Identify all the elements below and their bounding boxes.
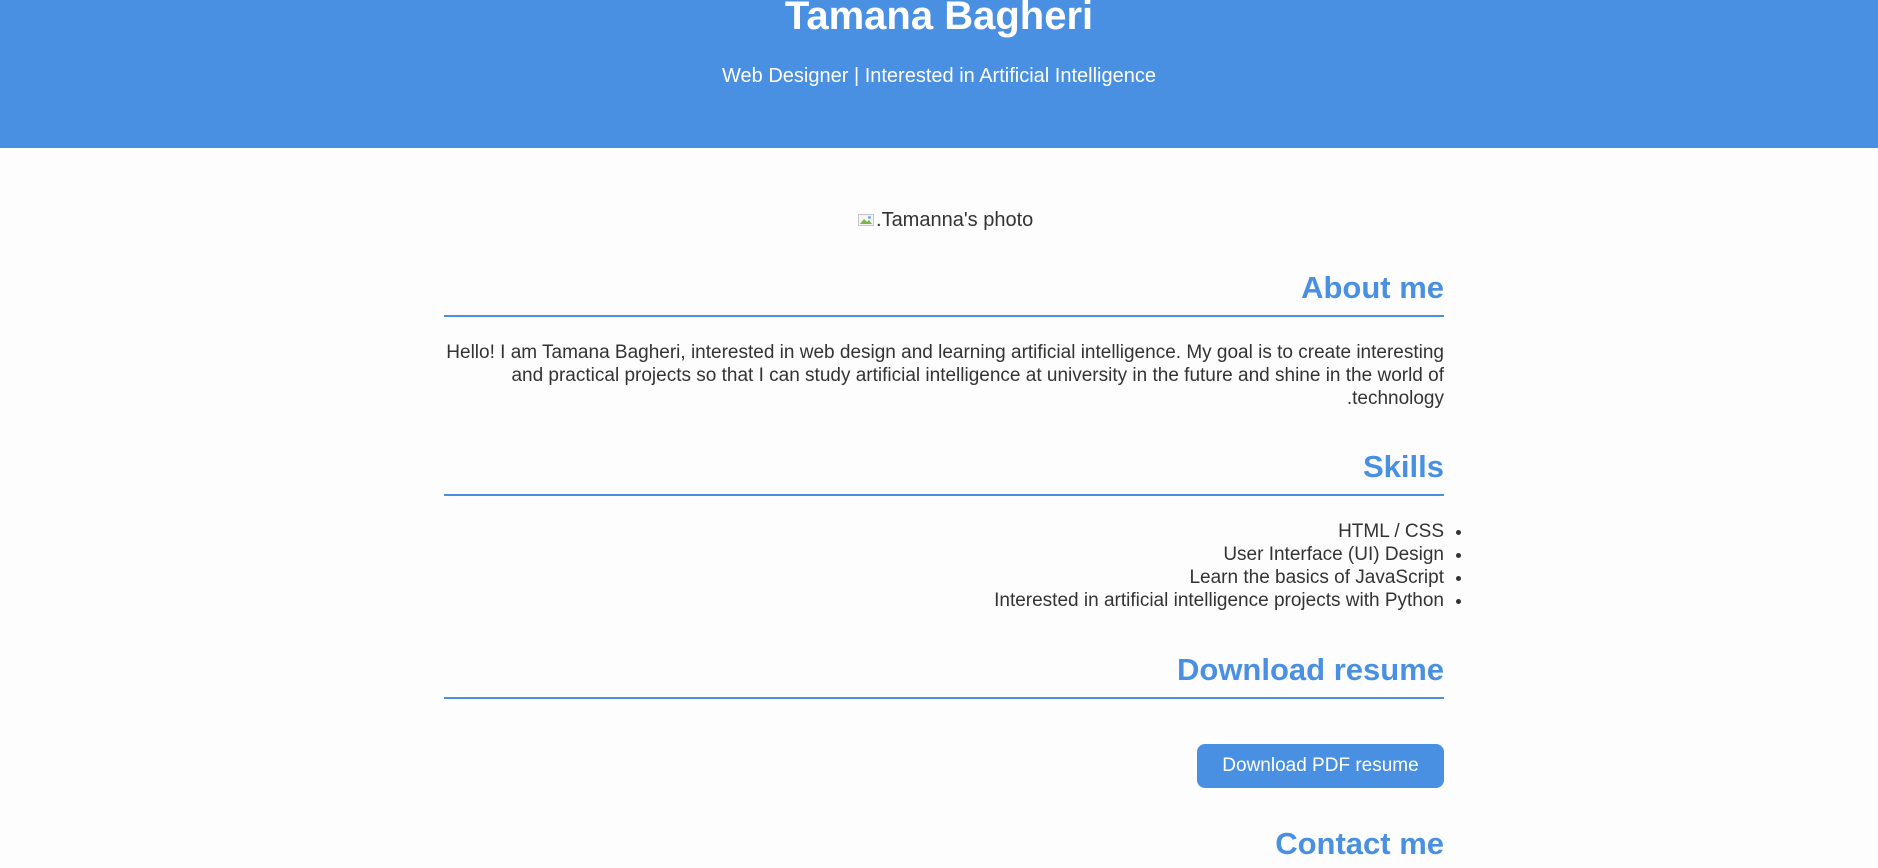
contact-heading: Contact me xyxy=(1275,826,1444,861)
skills-divider xyxy=(444,494,1444,496)
list-item: HTML / CSS xyxy=(444,520,1444,543)
about-heading: About me xyxy=(1301,270,1444,305)
about-divider xyxy=(444,315,1444,317)
download-resume-button[interactable]: Download PDF resume xyxy=(1197,744,1444,788)
skills-heading: Skills xyxy=(1363,449,1444,484)
resume-divider xyxy=(444,697,1444,699)
list-item: Learn the basics of JavaScript xyxy=(444,566,1444,589)
page-subtitle: Web Designer | Interested in Artificial … xyxy=(722,65,1156,87)
resume-heading: Download resume xyxy=(1177,652,1444,687)
list-item: User Interface (UI) Design xyxy=(444,543,1444,566)
profile-photo-alt-text: Tamanna's photo. xyxy=(876,209,1034,231)
broken-image-icon xyxy=(858,214,874,226)
skills-list: HTML / CSS User Interface (UI) Design Le… xyxy=(444,520,1494,612)
page-header: Tamana Bagheri Web Designer | Interested… xyxy=(0,0,1878,148)
profile-photo: Tamanna's photo. xyxy=(858,208,1033,232)
page-title: Tamana Bagheri xyxy=(784,0,1094,38)
about-text: Hello! I am Tamana Bagheri, interested i… xyxy=(446,342,1444,409)
list-item: Interested in artificial intelligence pr… xyxy=(444,589,1444,612)
